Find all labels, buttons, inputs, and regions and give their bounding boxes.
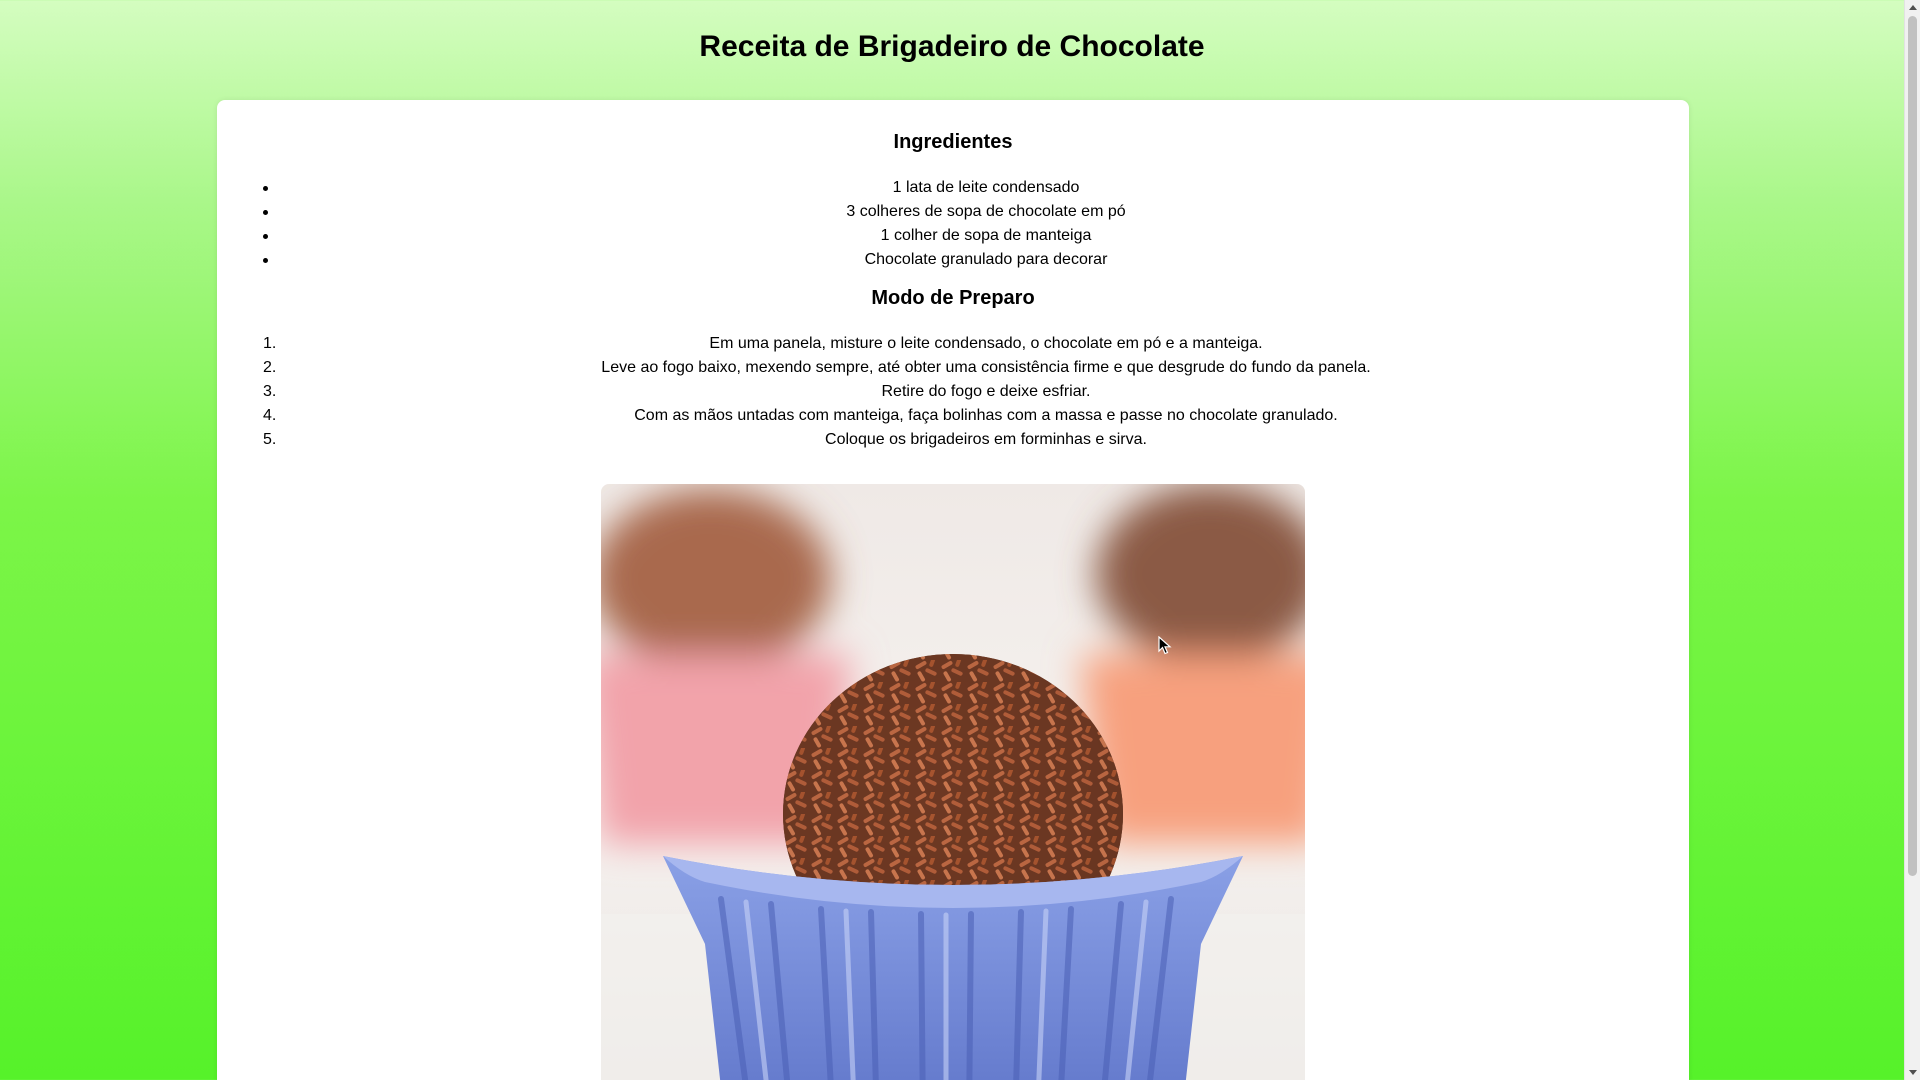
bullet-icon	[263, 186, 268, 191]
ingredient-text: 1 lata de leite condensado	[892, 179, 1080, 196]
list-item: 2. Leve ao fogo baixo, mexendo sempre, a…	[217, 356, 1689, 380]
bullet-icon	[263, 234, 268, 239]
list-item: 5. Coloque os brigadeiros em forminhas e…	[217, 428, 1689, 452]
preparation-steps-list: 1. Em uma panela, misture o leite conden…	[217, 332, 1689, 452]
list-item: 1 lata de leite condensado	[217, 176, 1689, 200]
step-text: Coloque os brigadeiros em forminhas e si…	[825, 431, 1147, 448]
ingredient-text: Chocolate granulado para decorar	[864, 251, 1108, 268]
page-title: Receita de Brigadeiro de Chocolate	[699, 30, 1205, 63]
bullet-icon	[263, 210, 268, 215]
step-number: 2.	[263, 359, 277, 376]
ingredient-text: 3 colheres de sopa de chocolate em pó	[846, 203, 1126, 220]
list-item: 1. Em uma panela, misture o leite conden…	[217, 332, 1689, 356]
step-number: 1.	[263, 335, 277, 352]
step-text: Leve ao fogo baixo, mexendo sempre, até …	[601, 359, 1371, 376]
step-number: 3.	[263, 383, 277, 400]
scroll-down-arrow-icon[interactable]	[1909, 1070, 1917, 1075]
list-item: 1 colher de sopa de manteiga	[217, 224, 1689, 248]
list-item: 3 colheres de sopa de chocolate em pó	[217, 200, 1689, 224]
step-text: Com as mãos untadas com manteiga, faça b…	[634, 407, 1338, 424]
step-number: 4.	[263, 407, 277, 424]
bullet-icon	[263, 258, 268, 263]
brigadeiro-photo	[601, 484, 1305, 1080]
recipe-card: Ingredientes 1 lata de leite condensado …	[217, 100, 1689, 1080]
mouse-pointer-icon	[1158, 635, 1172, 661]
scroll-up-arrow-icon[interactable]	[1909, 5, 1917, 10]
ingredients-heading: Ingredientes	[893, 131, 1013, 153]
ingredient-text: 1 colher de sopa de manteiga	[880, 227, 1092, 244]
list-item: 4. Com as mãos untadas com manteiga, faç…	[217, 404, 1689, 428]
ingredients-list: 1 lata de leite condensado 3 colheres de…	[217, 176, 1689, 272]
vertical-scrollbar[interactable]	[1904, 0, 1920, 1080]
scrollbar-thumb[interactable]	[1908, 16, 1917, 876]
list-item: Chocolate granulado para decorar	[217, 248, 1689, 272]
step-text: Em uma panela, misture o leite condensad…	[709, 335, 1263, 352]
step-text: Retire do fogo e deixe esfriar.	[881, 383, 1091, 400]
list-item: 3. Retire do fogo e deixe esfriar.	[217, 380, 1689, 404]
step-number: 5.	[263, 431, 277, 448]
preparation-heading: Modo de Preparo	[871, 287, 1035, 309]
